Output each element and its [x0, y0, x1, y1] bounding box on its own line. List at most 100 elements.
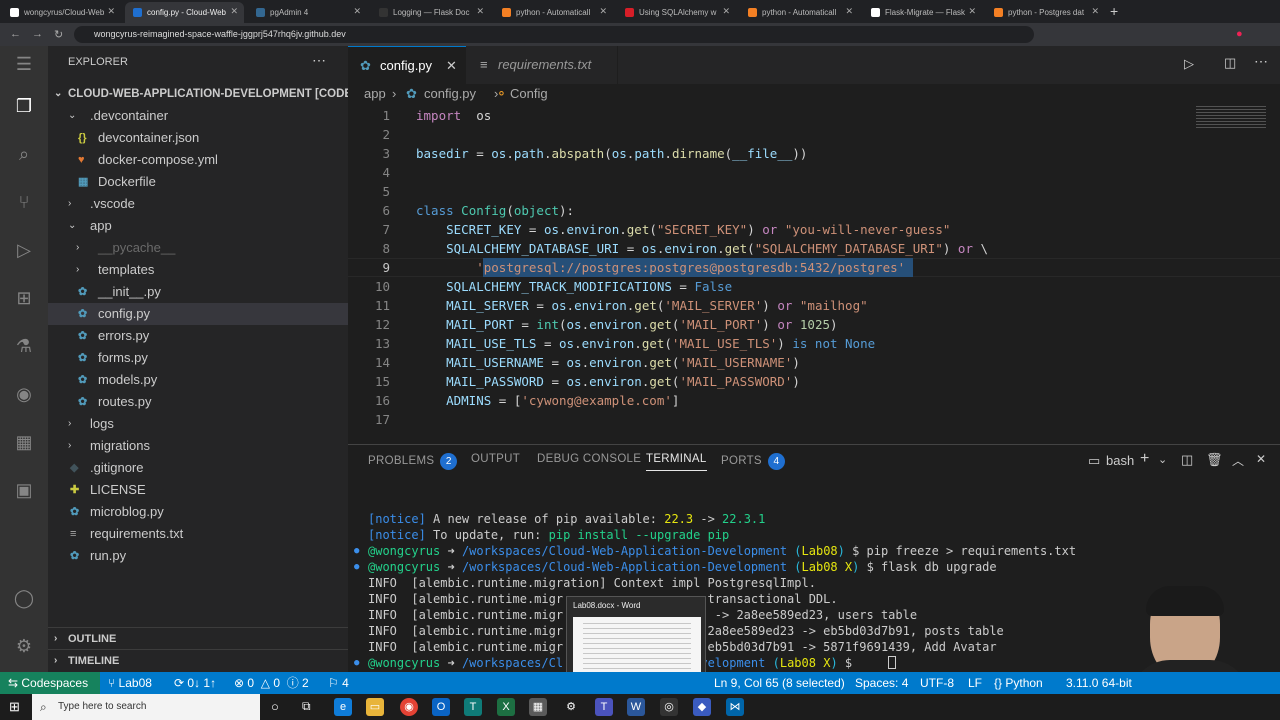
breadcrumb-file[interactable]: config.py [424, 84, 476, 104]
branch-status[interactable]: ⑂ Lab08 [108, 672, 152, 694]
cortana-icon[interactable]: ○ [271, 699, 279, 714]
menu-icon[interactable]: ☰ [12, 52, 36, 76]
accounts-icon[interactable]: ◯ [12, 586, 36, 610]
windows-start-icon[interactable]: ⊞ [9, 699, 20, 715]
settings-gear-icon[interactable]: ⚙ [12, 634, 36, 658]
browser-tab[interactable]: python - Postgres dat ✕ [986, 2, 1105, 23]
remote-explorer-icon[interactable]: ▣ [12, 478, 36, 502]
tab-config-py[interactable]: ✿ config.py ✕ [348, 46, 466, 84]
excel-icon[interactable]: X [497, 698, 515, 716]
close-tab-icon[interactable]: ✕ [230, 6, 238, 17]
tree-file[interactable]: ≡ requirements.txt [48, 523, 348, 545]
timeline-section[interactable]: › TIMELINE [48, 649, 348, 671]
app-icon[interactable]: ◆ [693, 698, 711, 716]
browser-tab[interactable]: wongcyrus/Cloud-Web ✕ [2, 2, 121, 23]
tab-debug-console[interactable]: DEBUG CONSOLE [537, 453, 641, 465]
docker-icon[interactable]: ▦ [12, 430, 36, 454]
more-actions-icon[interactable]: ⋯ [1254, 53, 1268, 70]
tab-output[interactable]: OUTPUT [471, 453, 520, 465]
run-debug-icon[interactable]: ▷ [12, 238, 36, 262]
remote-indicator[interactable]: ⇆ Codespaces [0, 672, 100, 694]
source-control-icon[interactable]: ⑂ [12, 190, 36, 214]
edge-icon[interactable]: e [334, 698, 352, 716]
github-icon[interactable]: ◉ [12, 382, 36, 406]
encoding[interactable]: UTF-8 [920, 672, 954, 694]
close-panel-icon[interactable]: ✕ [1256, 452, 1266, 466]
new-tab-icon[interactable]: + [1110, 3, 1118, 19]
tree-file[interactable]: ✿ models.py [48, 369, 348, 391]
tree-file[interactable]: ✿ __init__.py [48, 281, 348, 303]
browser-tab[interactable]: config.py - Cloud-Web ✕ [125, 2, 244, 23]
cursor-position[interactable]: Ln 9, Col 65 (8 selected) [714, 672, 845, 694]
outline-section[interactable]: › OUTLINE [48, 627, 348, 649]
tree-file[interactable]: ✿ forms.py [48, 347, 348, 369]
minimap[interactable] [1196, 106, 1266, 130]
reload-icon[interactable]: ↻ [54, 28, 63, 41]
chrome-icon[interactable]: ◉ [400, 698, 418, 716]
new-terminal-icon[interactable]: + [1140, 450, 1149, 468]
browser-tab[interactable]: Flask-Migrate — Flask ✕ [863, 2, 982, 23]
breadcrumb-folder[interactable]: app [364, 84, 386, 104]
shell-name[interactable]: bash [1106, 453, 1134, 468]
explorer-icon[interactable]: ❐ [12, 94, 36, 118]
tree-file[interactable]: ✿ errors.py [48, 325, 348, 347]
word-icon[interactable]: W [627, 698, 645, 716]
tree-folder[interactable]: › logs [48, 413, 348, 435]
language-mode[interactable]: {} Python [994, 672, 1043, 694]
task-view-icon[interactable]: ⧉ [302, 699, 311, 714]
breadcrumb-symbol[interactable]: Config [510, 84, 548, 104]
indentation[interactable]: Spaces: 4 [855, 672, 908, 694]
vscode-icon[interactable]: ⋈ [726, 698, 744, 716]
code-editor[interactable]: 1 import os 2 3 basedir = os.path.abspath(os… [348, 106, 1280, 444]
browser-tab[interactable]: python - Automaticall ✕ [740, 2, 859, 23]
taskbar-search[interactable]: ⌕ Type here to search [32, 694, 260, 720]
extensions-icon[interactable]: ⊞ [12, 286, 36, 310]
tree-folder[interactable]: › __pycache__ [48, 237, 348, 259]
tree-file[interactable]: ✿ run.py [48, 545, 348, 567]
forward-icon[interactable]: → [32, 28, 43, 40]
settings-icon[interactable]: ⚙ [562, 698, 580, 716]
browser-tab[interactable]: python - Automaticall ✕ [494, 2, 613, 23]
split-editor-icon[interactable]: ◫ [1224, 55, 1236, 71]
obs-icon[interactable]: ◎ [660, 698, 678, 716]
close-tab-icon[interactable]: ✕ [1091, 6, 1099, 17]
close-tab-icon[interactable]: ✕ [968, 6, 976, 17]
profile-icon[interactable]: ● [1236, 28, 1243, 40]
tree-file[interactable]: ◆ .gitignore [48, 457, 348, 479]
url-field[interactable]: wongcyrus-reimagined-space-waffle-jggprj… [74, 26, 1034, 43]
close-tab-icon[interactable]: ✕ [845, 6, 853, 17]
problems-status[interactable]: ⊗ 0 △ 0 ⓘ 2 [234, 672, 309, 694]
run-python-icon[interactable]: ▷ [1184, 56, 1194, 72]
tab-ports[interactable]: PORTS 4 [721, 453, 785, 470]
outlook-icon[interactable]: O [432, 698, 450, 716]
close-tab-icon[interactable]: ✕ [107, 6, 115, 17]
close-tab-icon[interactable]: ✕ [353, 6, 361, 17]
tree-folder[interactable]: ⌄ .devcontainer [48, 105, 348, 127]
tree-file[interactable]: ✿ config.py [48, 303, 348, 325]
python-interpreter[interactable]: 3.11.0 64-bit [1066, 672, 1132, 694]
close-icon[interactable]: ✕ [446, 47, 457, 85]
tree-file[interactable]: {} devcontainer.json [48, 127, 348, 149]
tree-file[interactable]: ▦ Dockerfile [48, 171, 348, 193]
calculator-icon[interactable]: ▦ [529, 698, 547, 716]
tree-file[interactable]: ♥ docker-compose.yml [48, 149, 348, 171]
browser-tab[interactable]: pgAdmin 4 ✕ [248, 2, 367, 23]
search-icon[interactable]: ⌕ [12, 142, 36, 166]
split-terminal-icon[interactable]: ◫ [1181, 452, 1193, 468]
testing-icon[interactable]: ⚗ [12, 334, 36, 358]
tree-file[interactable]: ✿ microblog.py [48, 501, 348, 523]
browser-tab[interactable]: Logging — Flask Doc ✕ [371, 2, 490, 23]
end-of-line[interactable]: LF [968, 672, 982, 694]
tree-file[interactable]: ✚ LICENSE [48, 479, 348, 501]
workspace-root[interactable]: ⌄ CLOUD-WEB-APPLICATION-DEVELOPMENT [COD… [48, 83, 369, 105]
close-tab-icon[interactable]: ✕ [476, 6, 484, 17]
tree-folder[interactable]: › .vscode [48, 193, 348, 215]
more-actions-icon[interactable]: ⋯ [312, 52, 326, 69]
browser-tab[interactable]: Using SQLAlchemy w ✕ [617, 2, 736, 23]
close-tab-icon[interactable]: ✕ [722, 6, 730, 17]
tab-terminal[interactable]: TERMINAL [646, 453, 707, 471]
file-explorer-icon[interactable]: ▭ [366, 698, 384, 716]
tree-file[interactable]: ✿ routes.py [48, 391, 348, 413]
back-icon[interactable]: ← [10, 28, 21, 40]
teams-icon[interactable]: T [464, 698, 482, 716]
